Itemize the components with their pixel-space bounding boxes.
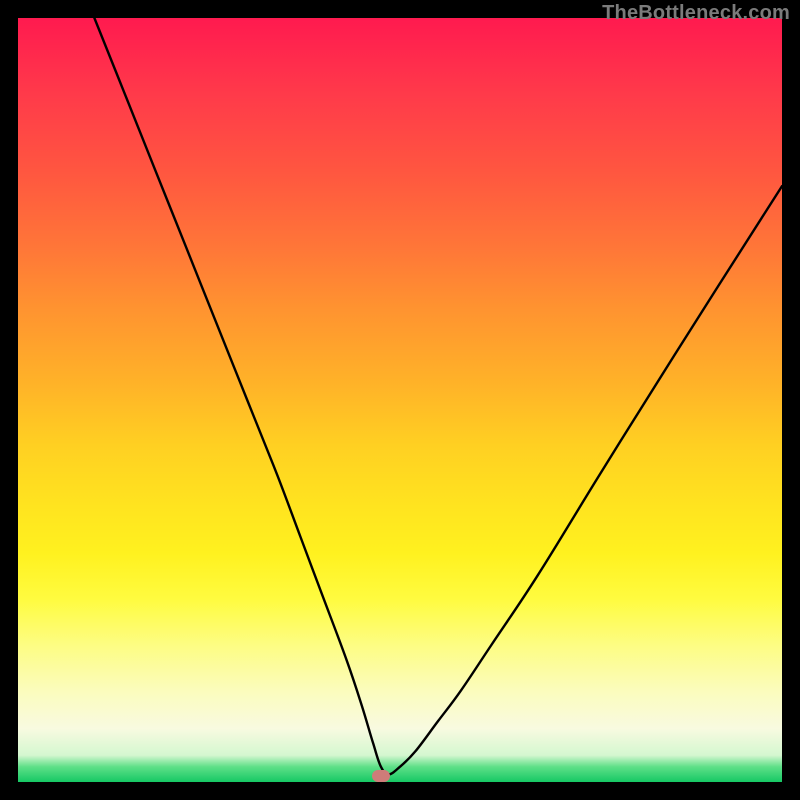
bottleneck-curve	[18, 18, 782, 782]
minimum-marker	[372, 770, 390, 782]
watermark-text: TheBottleneck.com	[602, 2, 790, 25]
plot-area	[18, 18, 782, 782]
chart-container: TheBottleneck.com	[0, 0, 800, 800]
